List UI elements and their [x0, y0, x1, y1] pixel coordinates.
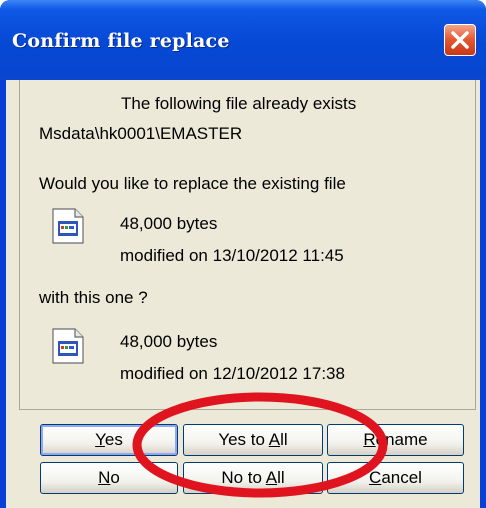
no-to-all-label-post: ll [277, 468, 285, 487]
with-label: with this one ? [39, 288, 148, 307]
new-file-modified: modified on 12/10/2012 17:38 [120, 364, 345, 383]
yes-to-all-label-post: ll [280, 430, 288, 449]
yes-to-all-label-pre: Yes to [218, 430, 269, 449]
title-bar[interactable]: Confirm file replace [0, 0, 486, 80]
yes-to-all-label-key: A [268, 430, 281, 449]
existing-file-modified: modified on 13/10/2012 11:45 [120, 246, 344, 265]
window-title: Confirm file replace [12, 30, 230, 52]
close-button[interactable] [444, 24, 476, 56]
replace-question: Would you like to replace the existing f… [39, 174, 346, 193]
yes-label-post: es [104, 430, 123, 449]
no-to-all-button[interactable]: No to All [183, 462, 323, 494]
dialog-body: The following file already exists Msdata… [6, 80, 480, 508]
message-line1: The following file already exists [121, 94, 357, 113]
no-label-post: o [110, 468, 120, 487]
no-button[interactable]: No [40, 462, 178, 494]
yes-label-key: Y [95, 430, 105, 449]
no-label-key: N [98, 468, 111, 487]
file-document-icon [52, 328, 84, 364]
yes-button[interactable]: Yes [40, 424, 178, 456]
close-icon [451, 31, 469, 49]
no-to-all-label-pre: No to [221, 468, 266, 487]
no-to-all-label-key: A [265, 468, 278, 487]
message-panel: The following file already exists Msdata… [19, 80, 476, 410]
file-path: Msdata\hk0001\EMASTER [39, 124, 243, 143]
file-document-icon [52, 208, 84, 244]
cancel-label-post: ancel [381, 468, 422, 487]
cancel-button[interactable]: Cancel [327, 462, 464, 494]
cancel-label-key: C [369, 468, 382, 487]
yes-to-all-button[interactable]: Yes to All [183, 424, 323, 456]
confirm-file-replace-dialog: Confirm file replace The following file … [0, 0, 486, 508]
rename-label-post: ename [375, 430, 428, 449]
rename-label-key: R [363, 430, 376, 449]
existing-file-size: 48,000 bytes [120, 214, 218, 233]
rename-button[interactable]: Rename [327, 424, 464, 456]
new-file-size: 48,000 bytes [120, 332, 218, 351]
